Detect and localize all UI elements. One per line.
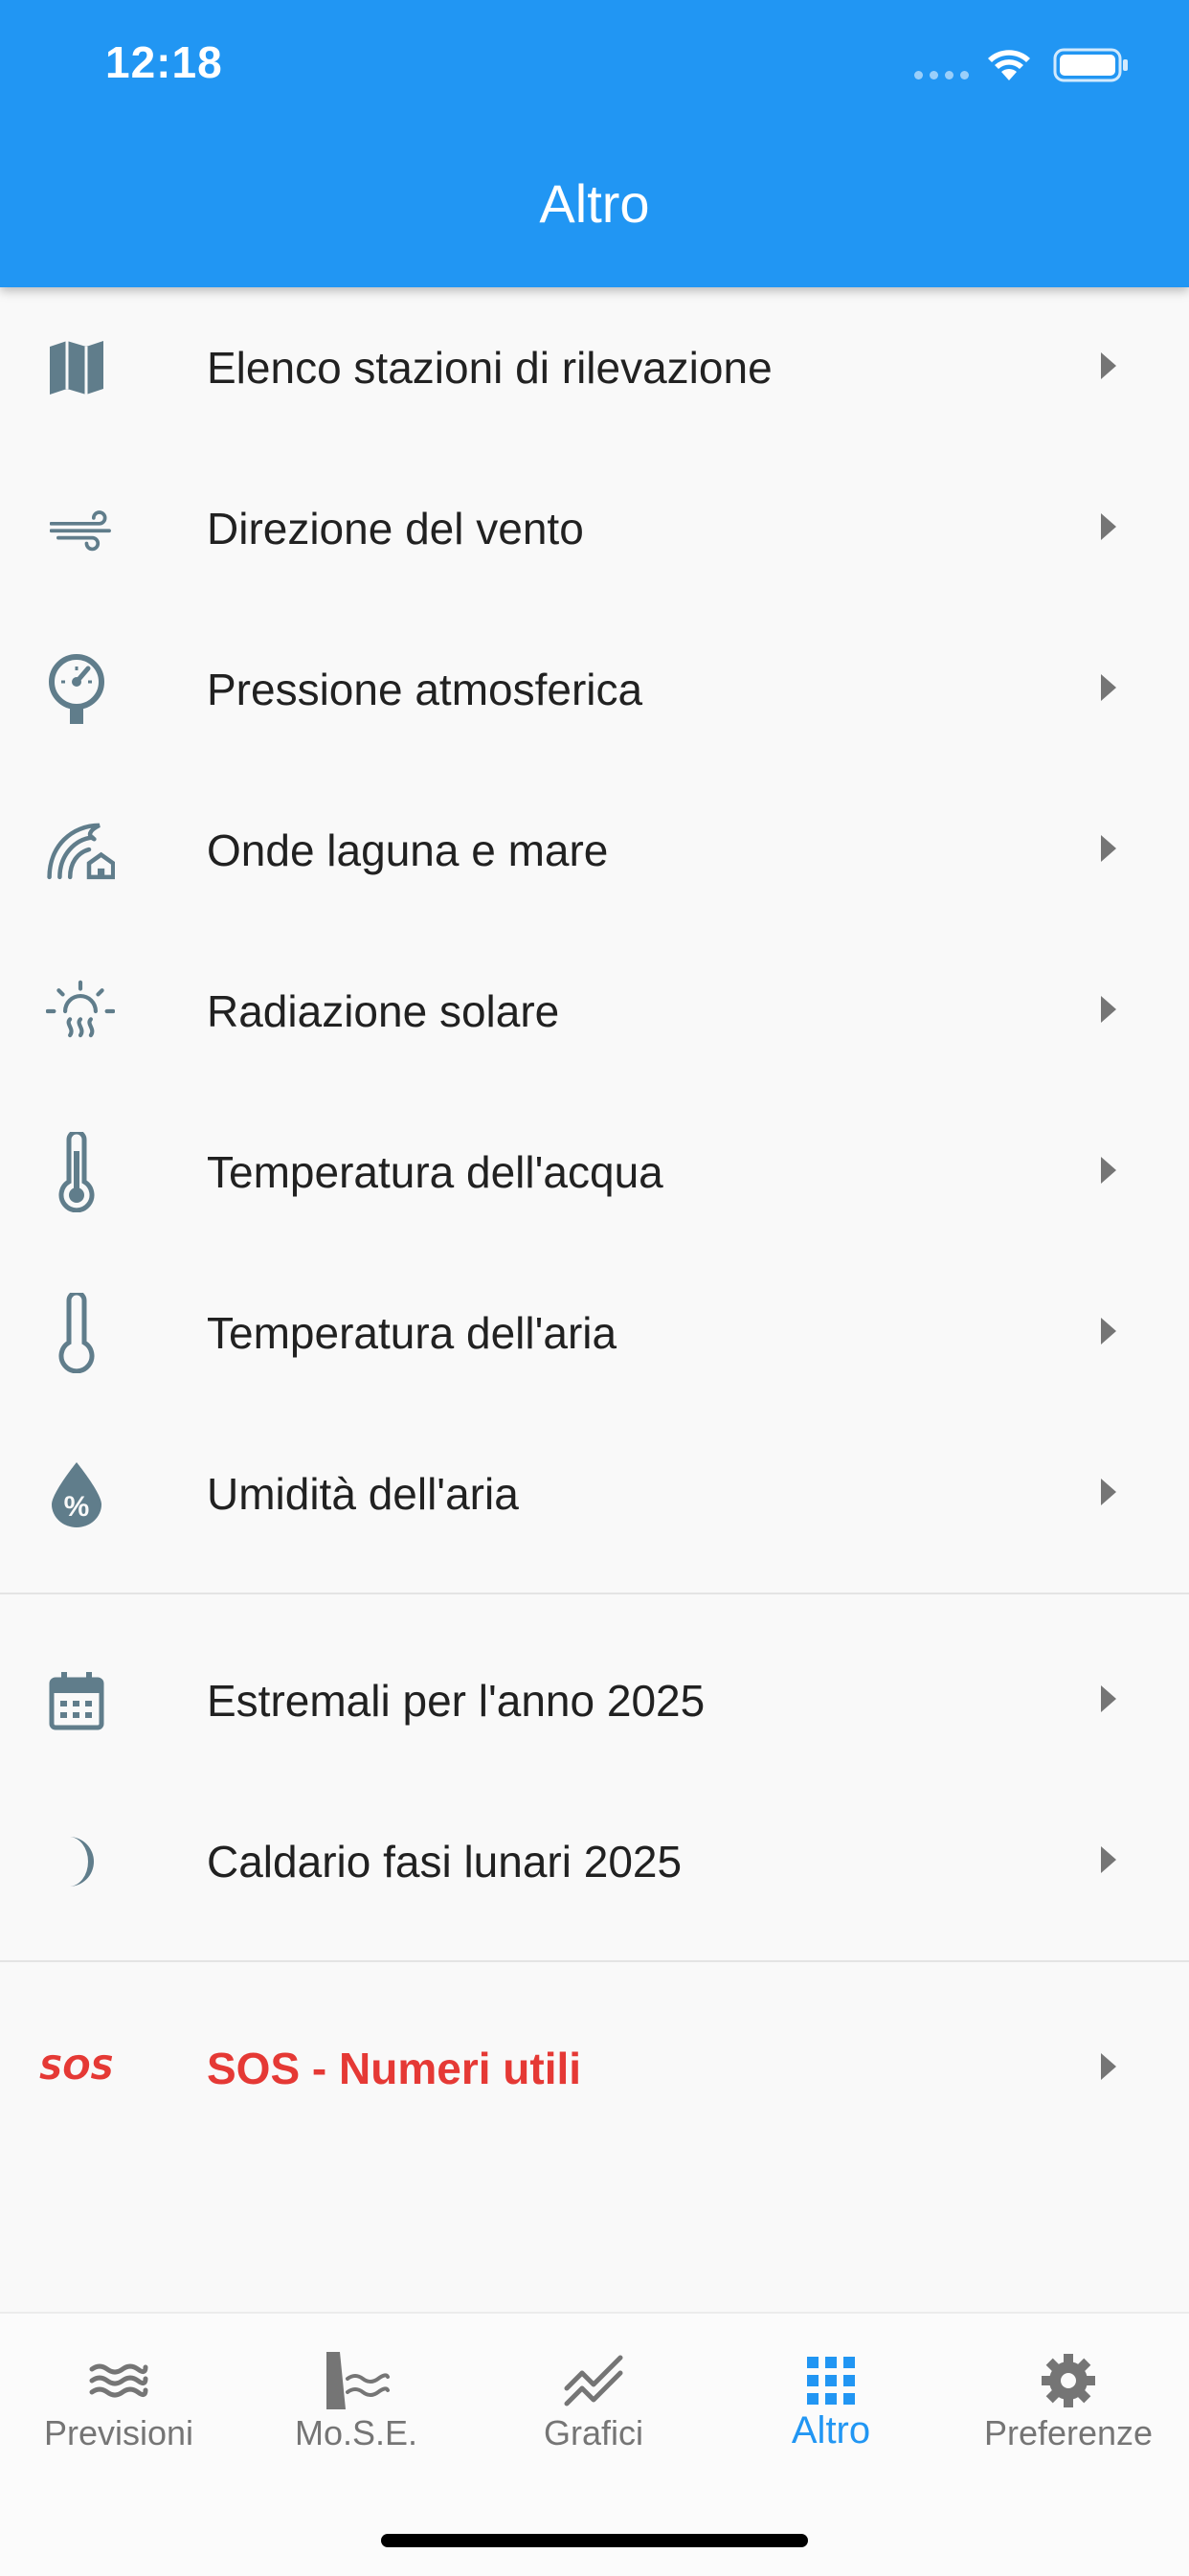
- nav-mose[interactable]: Mo.S.E.: [237, 2314, 475, 2486]
- chevron-right-icon: [1101, 996, 1116, 1023]
- section-divider: [0, 1574, 1189, 1620]
- menu-item-water-temperature[interactable]: Temperatura dell'acqua: [0, 1092, 1189, 1253]
- menu-item-air-temperature[interactable]: Temperatura dell'aria: [0, 1253, 1189, 1413]
- chart-lines-icon: [555, 2342, 632, 2419]
- menu-item-label: Temperatura dell'aria: [207, 1308, 617, 1358]
- nav-preferenze[interactable]: Preferenze: [950, 2314, 1187, 2486]
- menu-item-stations[interactable]: Elenco stazioni di rilevazione: [0, 287, 1189, 448]
- barometer-icon: [38, 651, 115, 728]
- mose-barrier-icon: [318, 2342, 394, 2419]
- chevron-right-icon: [1101, 1157, 1116, 1184]
- section-divider: [0, 1942, 1189, 1988]
- home-indicator: [381, 2534, 808, 2547]
- nav-altro[interactable]: Altro: [712, 2314, 950, 2486]
- chevron-right-icon: [1101, 1846, 1116, 1873]
- nav-label: Preferenze: [983, 2413, 1154, 2452]
- waves-icon: [80, 2342, 157, 2419]
- chevron-right-icon: [1101, 352, 1116, 379]
- chevron-right-icon: [1101, 513, 1116, 540]
- chevron-right-icon: [1101, 1685, 1116, 1712]
- chevron-right-icon: [1101, 1479, 1116, 1505]
- calendar-icon: [38, 1662, 115, 1739]
- nav-label: Altro: [791, 2409, 871, 2452]
- chevron-right-icon: [1101, 835, 1116, 862]
- page-title: Altro: [539, 173, 650, 234]
- status-time: 12:18: [105, 37, 223, 87]
- app-header: 12:18 Altro: [0, 0, 1189, 287]
- grid-icon: [793, 2342, 869, 2419]
- thermometer-air-icon: [38, 1293, 115, 1373]
- cellular-signal-icon: [914, 71, 969, 79]
- menu-item-label: Temperatura dell'acqua: [207, 1147, 663, 1197]
- wind-icon: [38, 490, 115, 567]
- menu-item-label: SOS - Numeri utili: [207, 2044, 582, 2093]
- gear-icon: [1030, 2342, 1107, 2419]
- menu-item-label: Radiazione solare: [207, 986, 560, 1036]
- moon-icon: [38, 1823, 115, 1900]
- chevron-right-icon: [1101, 674, 1116, 701]
- menu-item-pressure[interactable]: Pressione atmosferica: [0, 609, 1189, 770]
- sun-heat-icon: [38, 973, 115, 1050]
- battery-icon: [1053, 48, 1128, 82]
- menu-item-solar-radiation[interactable]: Radiazione solare: [0, 931, 1189, 1092]
- chevron-right-icon: [1101, 2053, 1116, 2080]
- thermometer-water-icon: [38, 1132, 115, 1212]
- nav-label: Previsioni: [43, 2413, 194, 2452]
- nav-label: Mo.S.E.: [294, 2413, 418, 2452]
- svg-text:%: %: [64, 1491, 90, 1523]
- menu-item-label: Estremali per l'anno 2025: [207, 1676, 706, 1726]
- menu-item-extremes[interactable]: Estremali per l'anno 2025: [0, 1620, 1189, 1781]
- menu-item-waves[interactable]: Onde laguna e mare: [0, 770, 1189, 931]
- map-icon: [38, 329, 115, 406]
- wifi-icon: [988, 50, 1030, 80]
- menu-list: Elenco stazioni di rilevazione Direzione…: [0, 287, 1189, 2149]
- menu-item-humidity[interactable]: % Umidità dell'aria: [0, 1413, 1189, 1574]
- humidity-drop-icon: %: [38, 1456, 115, 1532]
- sos-icon: SOS: [39, 2049, 114, 2088]
- nav-label: Grafici: [543, 2413, 643, 2452]
- menu-item-wind-direction[interactable]: Direzione del vento: [0, 448, 1189, 609]
- menu-item-label: Onde laguna e mare: [207, 825, 609, 875]
- menu-item-sos[interactable]: SOS SOS - Numeri utili: [0, 1988, 1189, 2149]
- menu-item-label: Umidità dell'aria: [207, 1469, 519, 1519]
- menu-item-label: Elenco stazioni di rilevazione: [207, 343, 773, 393]
- menu-item-label: Pressione atmosferica: [207, 665, 643, 714]
- chevron-right-icon: [1101, 1318, 1116, 1344]
- menu-item-label: Caldario fasi lunari 2025: [207, 1837, 683, 1887]
- menu-item-moon-calendar[interactable]: Caldario fasi lunari 2025: [0, 1781, 1189, 1942]
- nav-previsioni[interactable]: Previsioni: [0, 2314, 237, 2486]
- nav-grafici[interactable]: Grafici: [475, 2314, 712, 2486]
- wave-house-icon: [38, 812, 115, 889]
- menu-item-label: Direzione del vento: [207, 504, 584, 554]
